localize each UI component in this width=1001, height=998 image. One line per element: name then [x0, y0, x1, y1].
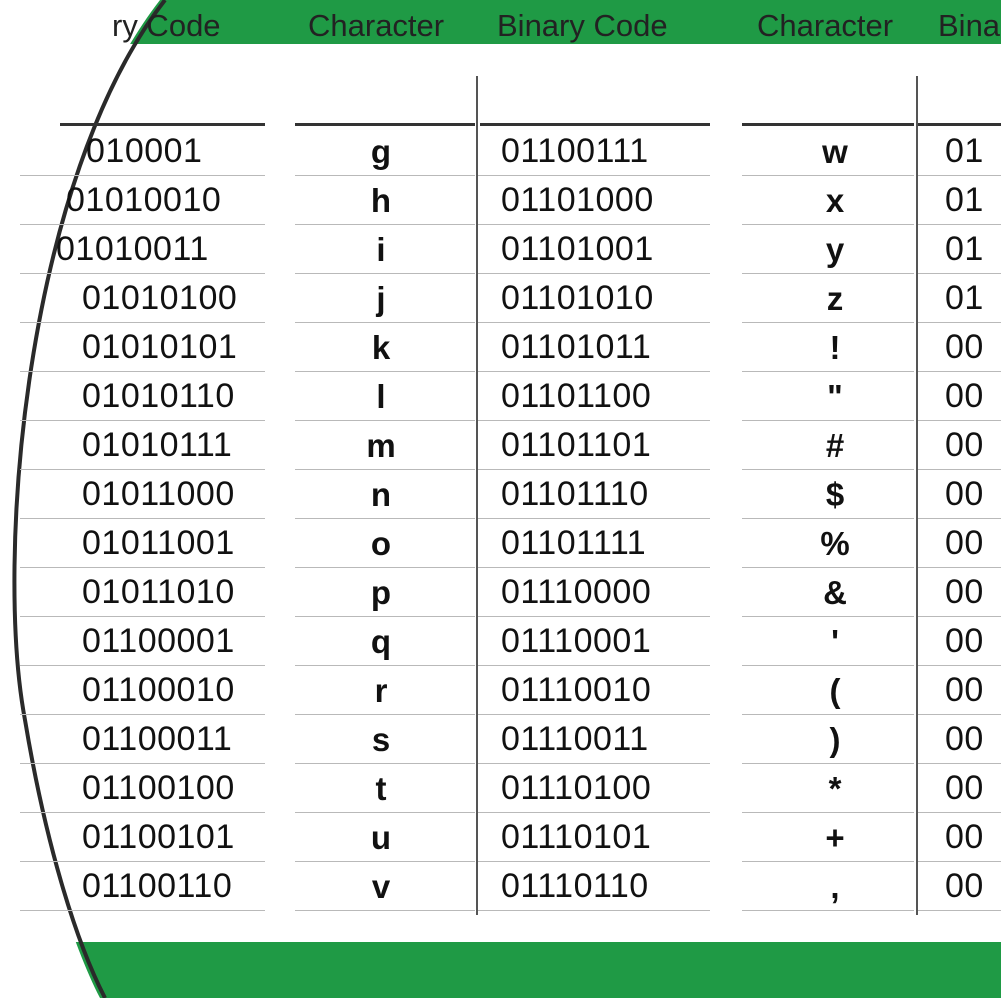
character-cell: j	[376, 280, 386, 317]
character-cell: n	[370, 476, 392, 513]
binary-code-cell: 01101000	[501, 181, 654, 219]
character-cell: s	[371, 721, 391, 758]
character-cell: h	[370, 182, 392, 219]
character-cell: +	[825, 819, 845, 856]
binary-code-cell: 01100011	[82, 720, 233, 758]
binary-code-cell: 01011001	[82, 524, 235, 562]
header-underline	[916, 123, 1001, 126]
header-binary-code-col3: Bina	[938, 8, 1001, 43]
header-underline	[60, 123, 265, 126]
character-cell: '	[831, 623, 839, 660]
binary-code-cell: 01101100	[501, 377, 652, 415]
character-cell: q	[370, 623, 392, 660]
character-cell: m	[366, 427, 396, 464]
binary-code-cell: 01100111	[501, 132, 649, 170]
binary-code-cell: 01110010	[501, 671, 652, 709]
binary-code-cell: 01011000	[82, 475, 235, 513]
header-underline	[480, 123, 710, 126]
binary-code-cell: 01110100	[501, 769, 652, 807]
character-cell: p	[370, 574, 392, 611]
character-cell: z	[826, 280, 844, 317]
character-cell: k	[371, 329, 391, 366]
binary-code-cell: 01010110	[82, 377, 235, 415]
character-cell: u	[370, 819, 392, 856]
character-cell: y	[825, 231, 845, 268]
binary-code-cell: 00	[945, 328, 984, 366]
character-cell: (	[829, 672, 841, 709]
binary-code-cell: 01011010	[82, 573, 235, 611]
character-cell: &	[823, 574, 847, 611]
character-cell: x	[825, 182, 845, 219]
binary-code-cell: 00	[945, 818, 984, 856]
character-cell: t	[375, 770, 387, 807]
binary-code-cell: 01100100	[82, 769, 235, 807]
character-cell: v	[371, 868, 391, 905]
character-cell: $	[825, 476, 845, 513]
header-binary-code-col2: Binary Code	[497, 8, 668, 43]
header-underline	[295, 123, 475, 126]
character-cell: g	[370, 133, 392, 170]
character-cell: *	[828, 770, 842, 807]
binary-code-cell: 010001	[86, 132, 203, 170]
binary-code-cell: 01010010	[66, 181, 222, 219]
binary-code-cell: 00	[945, 769, 984, 807]
binary-code-cell: 01101110	[501, 475, 649, 513]
binary-code-cell: 01110011	[501, 720, 649, 758]
binary-code-cell: 01010101	[82, 328, 238, 366]
column-separator	[916, 76, 918, 915]
binary-code-cell: 01010100	[82, 279, 238, 317]
binary-code-cell: 01101001	[501, 230, 654, 268]
character-cell: )	[829, 721, 841, 758]
binary-code-cell: 01101010	[501, 279, 654, 317]
binary-code-cell: 01110101	[501, 818, 652, 856]
character-cell: %	[820, 525, 850, 562]
binary-code-cell: 01010011	[56, 230, 209, 268]
binary-code-cell: 01	[945, 132, 984, 170]
character-cell: o	[370, 525, 392, 562]
character-cell: w	[822, 133, 848, 170]
binary-code-cell: 01100001	[82, 622, 235, 660]
binary-code-cell: 01100110	[82, 867, 233, 905]
binary-code-cell: 00	[945, 524, 984, 562]
column-separator	[476, 76, 478, 915]
binary-code-cell: 00	[945, 475, 984, 513]
binary-code-cell: 01	[945, 230, 984, 268]
character-cell: "	[827, 378, 843, 415]
binary-code-cell: 00	[945, 671, 984, 709]
header-character-col3: Character	[757, 8, 894, 43]
character-cell: l	[376, 378, 386, 415]
binary-code-cell: 01010111	[82, 426, 233, 464]
character-cell: #	[825, 427, 845, 464]
binary-code-cell: 00	[945, 426, 984, 464]
binary-code-cell: 01100101	[82, 818, 235, 856]
binary-code-cell: 01	[945, 181, 984, 219]
binary-code-cell: 00	[945, 377, 984, 415]
character-cell: !	[829, 329, 841, 366]
binary-code-cell: 01100010	[82, 671, 235, 709]
character-cell: r	[374, 672, 388, 709]
binary-code-cell: 01110001	[501, 622, 652, 660]
binary-code-cell: 00	[945, 622, 984, 660]
binary-code-cell: 00	[945, 573, 984, 611]
binary-code-cell: 00	[945, 720, 984, 758]
binary-code-cell: 01	[945, 279, 984, 317]
binary-code-cell: 01101011	[501, 328, 652, 366]
binary-code-cell: 00	[945, 867, 984, 905]
binary-code-cell: 01101101	[501, 426, 652, 464]
binary-code-cell: 01110110	[501, 867, 649, 905]
header-character-col2: Character	[308, 8, 445, 43]
binary-code-cell: 01101111	[501, 524, 647, 562]
header-underline	[742, 123, 914, 126]
character-cell: i	[376, 231, 386, 268]
character-cell: ,	[830, 868, 840, 905]
header-binary-code-col1: ry Code	[112, 8, 221, 43]
binary-code-cell: 01110000	[501, 573, 652, 611]
